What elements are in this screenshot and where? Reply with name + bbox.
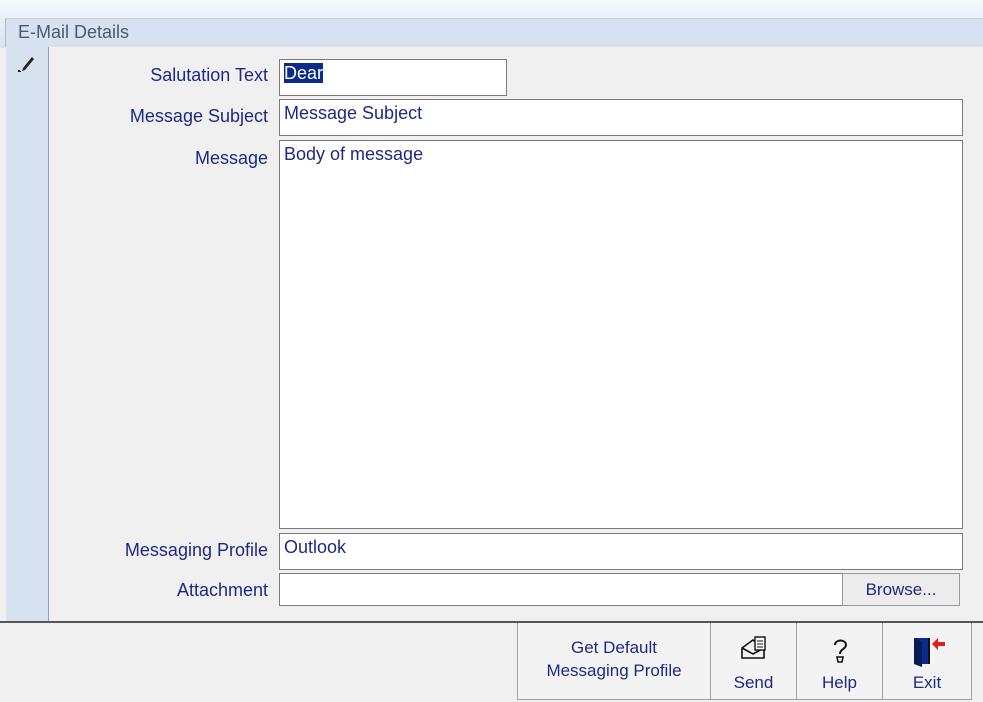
help-button[interactable]: Help [796,623,883,700]
salutation-value: Dear [284,63,324,83]
form-title: E-Mail Details [18,22,130,42]
record-selector[interactable] [6,47,49,621]
send-label: Send [733,673,774,692]
exit-button[interactable]: Exit [882,623,972,700]
salutation-label: Salutation Text [150,65,268,85]
browse-button[interactable]: Browse... [842,573,960,606]
salutation-field[interactable]: Dear [279,59,507,96]
send-icon [739,636,769,667]
form-header: E-Mail Details [5,18,983,47]
get-default-profile-line2: Messaging Profile [546,661,682,680]
message-body-field[interactable]: Body of message [279,140,963,529]
subject-label: Message Subject [129,106,268,126]
attachment-field[interactable] [279,573,843,606]
help-icon [829,636,851,669]
subject-field[interactable]: Message Subject [279,99,963,136]
help-label: Help [822,673,857,692]
profile-label: Messaging Profile [124,540,268,560]
send-button[interactable]: Send [710,623,797,700]
attachment-label: Attachment [176,580,268,600]
get-default-profile-button[interactable]: Get Default Messaging Profile [517,623,711,700]
get-default-profile-line1: Get Default [571,638,657,657]
exit-icon [908,636,946,673]
profile-field[interactable]: Outlook [279,533,963,570]
pencil-icon [18,53,36,78]
message-label: Message [194,148,268,168]
exit-label: Exit [912,673,942,692]
